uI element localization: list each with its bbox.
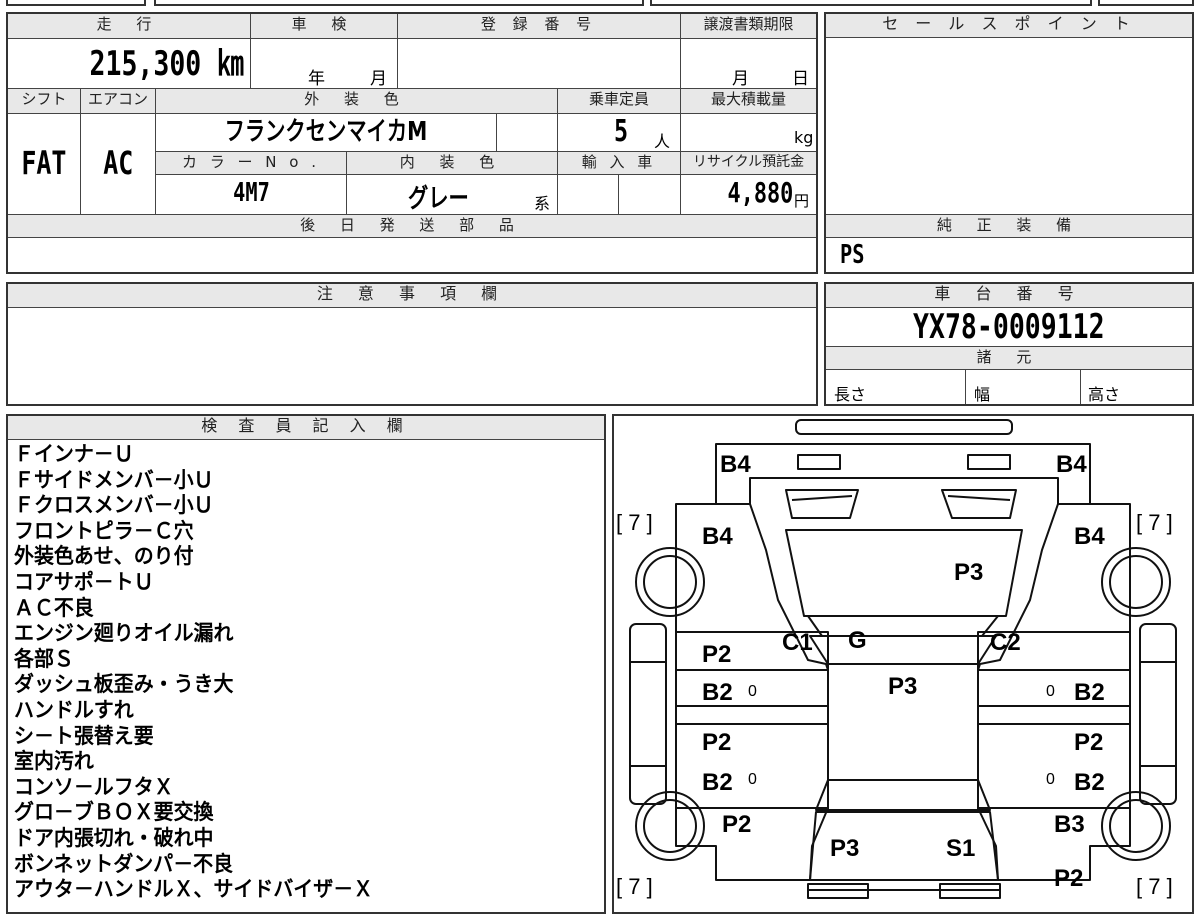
mileage-header: 走 行: [8, 14, 250, 38]
color-no-value: 4M7: [232, 178, 270, 208]
inspector-note-line: Ｆサイドメンバ－小Ｕ: [14, 467, 214, 492]
interior-color-header: 内 装 色: [347, 152, 557, 174]
chassis-number: YX78-0009112: [913, 307, 1105, 347]
mark-front-door-right-dent: B2: [1074, 679, 1105, 706]
capacity-unit: 人: [654, 132, 671, 151]
inspector-note-line: ボンネットダンパ－不良: [14, 851, 234, 876]
mark-hood: P3: [954, 559, 983, 586]
inspector-note-line: ハンドルすれ: [14, 697, 134, 722]
mark-rear-fender-right-paint: P2: [1054, 865, 1083, 892]
inspection-header: 車 検: [251, 14, 397, 38]
capacity-header: 乗車定員: [558, 89, 680, 113]
registration-header: 登 録 番 号: [398, 14, 680, 38]
inspection-year: 年: [308, 69, 325, 89]
mark-rear-fender-right-dent: B3: [1054, 811, 1085, 838]
width-label: 幅: [974, 385, 991, 404]
mark-tire-rear-left: [ 7 ]: [616, 874, 653, 899]
mark-front-bumper-right: B4: [1056, 451, 1087, 478]
max-load-unit: kg: [794, 128, 814, 147]
inspector-note-line: コアサポ－トＵ: [14, 569, 154, 594]
notes-panel: 注 意 事 項 欄: [6, 282, 818, 406]
mark-tire-rear-right: [ 7 ]: [1136, 874, 1173, 899]
mark-rear-fender-left: P2: [722, 811, 751, 838]
mark-door-marker-fr: 0: [1046, 683, 1055, 700]
mark-rear-door-right-paint: P2: [1074, 729, 1103, 756]
inspector-note-line: 外装色あせ、のり付: [14, 544, 194, 569]
transfer-month: 月: [732, 69, 749, 89]
vehicle-diagram-panel: B4 B4 B4 B4 P3 [ 7 ] [ 7 ] [ 7 ] [ 7 ] C…: [612, 414, 1194, 914]
recycle-unit: 円: [794, 192, 810, 210]
genuine-equipment-header: 純 正 装 備: [826, 215, 1192, 237]
exterior-color-value: フランクセンマイカM: [224, 117, 428, 147]
mark-rear-door-left-dent: B2: [702, 769, 733, 796]
mark-tire-front-right: [ 7 ]: [1136, 510, 1173, 535]
shift-header: シフト: [8, 89, 80, 113]
mark-front-door-left-paint: P2: [702, 641, 731, 668]
mark-trunk-left: P3: [830, 835, 859, 862]
height-label: 高さ: [1088, 385, 1121, 404]
mark-front-fender-right: B4: [1074, 523, 1105, 550]
recycle-header: リサイクル預託金: [681, 152, 816, 174]
shift-value: FAT: [21, 144, 67, 182]
mark-front-bumper-left: B4: [720, 451, 751, 478]
inspector-note-line: コンソ－ルフタＸ: [14, 774, 174, 799]
later-parts-header: 後 日 発 送 部 品: [8, 215, 816, 237]
ac-header: エアコン: [81, 89, 155, 113]
notes-header: 注 意 事 項 欄: [8, 284, 816, 308]
chassis-header: 車 台 番 号: [826, 284, 1192, 308]
inspector-lines: Ｆインナ－Ｕ Ｆサイドメンバ－小Ｕ Ｆクロスメンバ－小Ｕ フロントピラ－Ｃ穴 外装色あせ…: [14, 442, 604, 903]
inspector-note-line: 室内汚れ: [14, 749, 94, 774]
mark-pillar-left: C1: [782, 629, 813, 656]
inspector-note-line: Ｆインナ－Ｕ: [14, 442, 134, 466]
inspection-month: 月: [370, 69, 387, 89]
inspector-note-line: ＡＣ不良: [14, 595, 94, 620]
inspector-note-line: Ｆクロスメンバ－小Ｕ: [14, 493, 214, 518]
import-header: 輸 入 車: [558, 152, 680, 174]
transfer-day: 日: [792, 69, 809, 89]
mark-tire-front-left: [ 7 ]: [616, 510, 653, 535]
inspector-note-line: ドア内張切れ・破れ中: [14, 825, 214, 850]
mark-door-marker-rr: 0: [1046, 771, 1055, 788]
inspector-note-line: フロントピラ－Ｃ穴: [14, 518, 194, 543]
mark-front-door-left-dent: B2: [702, 679, 733, 706]
sales-point-header: セ ー ル ス ポ イ ン ト: [826, 14, 1192, 38]
specs-header: 諸 元: [826, 347, 1192, 369]
vehicle-summary-table: 走 行 車 検 登 録 番 号 譲渡書類期限 215,300 ㎞ 年 月 月 日…: [6, 12, 818, 274]
inspector-header: 検 査 員 記 入 欄: [8, 416, 604, 440]
mark-windshield: G: [848, 627, 867, 654]
interior-color-suffix: 系: [534, 194, 551, 213]
vehicle-diagram: B4 B4 B4 B4 P3 [ 7 ] [ 7 ] [ 7 ] [ 7 ] C…: [616, 419, 1177, 899]
exterior-color-header: 外 装 色: [156, 89, 557, 113]
mark-pillar-right: C2: [990, 629, 1021, 656]
mark-front-fender-left: B4: [702, 523, 733, 550]
chassis-panel: 車 台 番 号 YX78-0009112 諸 元 長さ 幅 高さ: [824, 282, 1194, 406]
inspector-note-line: アウタ－ハンドルＸ、サイドバイザ－Ｘ: [14, 877, 374, 902]
mileage-value: 215,300 ㎞: [89, 44, 244, 84]
mark-door-marker-rl: 0: [748, 771, 757, 788]
top-strip: [6, 0, 1194, 6]
length-label: 長さ: [834, 385, 867, 404]
ac-value: AC: [102, 144, 134, 182]
sales-point-panel: セ ー ル ス ポ イ ン ト 純 正 装 備 PS: [824, 12, 1194, 274]
genuine-equipment-value: PS: [840, 240, 865, 270]
mark-roof: P3: [888, 673, 917, 700]
inspector-note-line: シ－ト張替え要: [14, 723, 154, 748]
inspector-note-line: ダッシュ板歪み・うき大: [14, 672, 234, 697]
mark-door-marker-fl: 0: [748, 683, 757, 700]
color-no-header: カ ラ ー N o .: [156, 152, 346, 174]
inspector-note-line: グロ－ブＢＯＸ要交換: [14, 800, 214, 825]
capacity-value: 5: [614, 114, 629, 149]
recycle-value: 4,880: [727, 176, 793, 209]
inspector-notes-panel: 検 査 員 記 入 欄 Ｆインナ－Ｕ Ｆサイドメンバ－小Ｕ Ｆクロスメンバ－小Ｕ フロ…: [6, 414, 606, 914]
inspector-note-line: 各部Ｓ: [14, 646, 74, 671]
max-load-header: 最大積載量: [681, 89, 816, 113]
interior-color-value: グレー: [408, 184, 469, 214]
transfer-deadline-header: 譲渡書類期限: [681, 14, 816, 38]
mark-rear-door-left-paint: P2: [702, 729, 731, 756]
inspector-note-line: エンジン廻りオイル漏れ: [14, 621, 234, 646]
mark-trunk-right: S1: [946, 835, 975, 862]
mark-rear-door-right-dent: B2: [1074, 769, 1105, 796]
